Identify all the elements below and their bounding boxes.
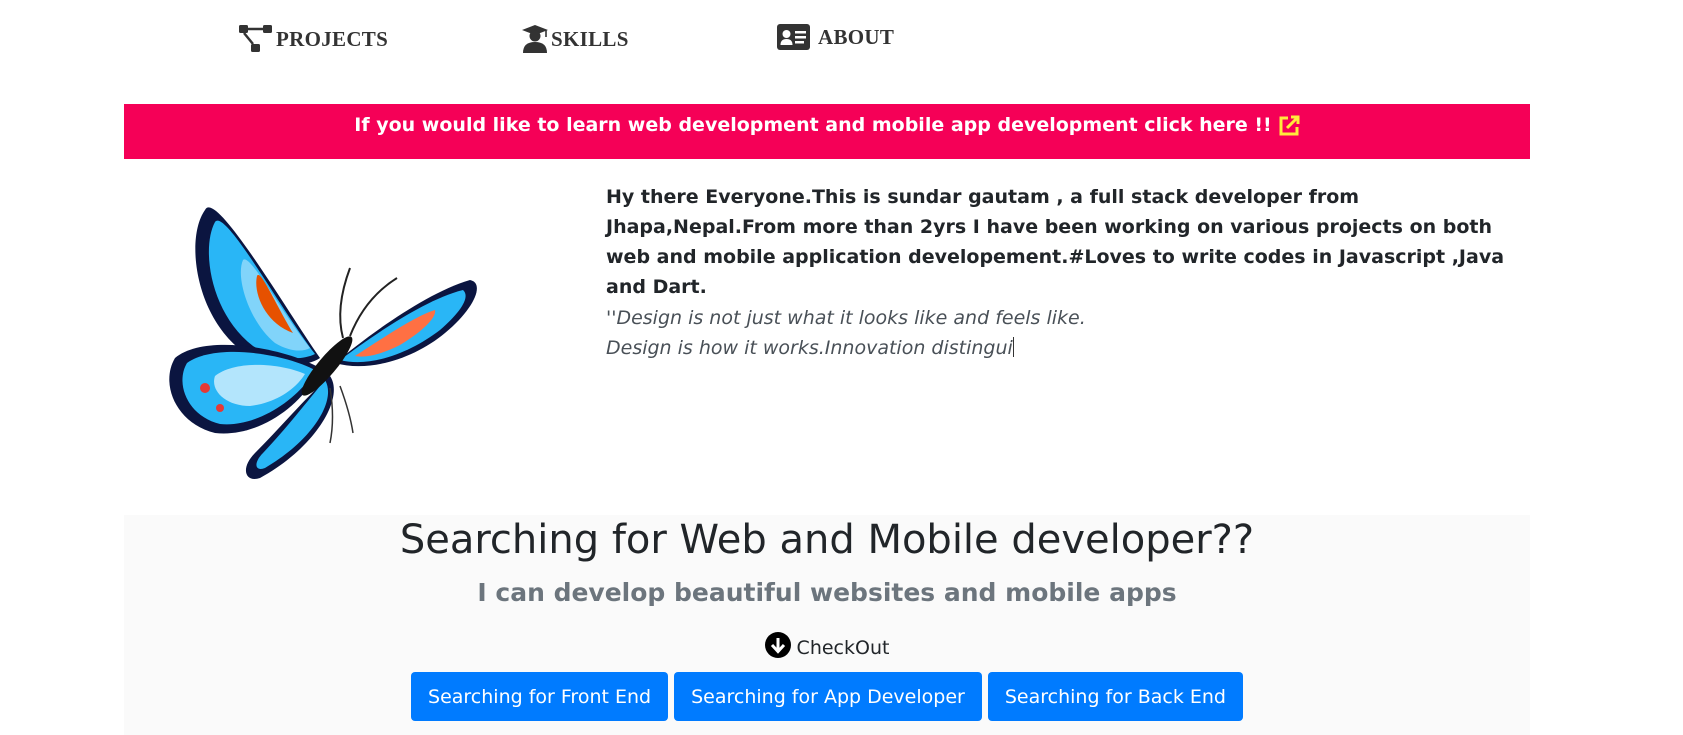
checkout-label: CheckOut [796, 636, 890, 659]
project-diagram-icon [238, 24, 276, 54]
nav-item-label: ABOUT [818, 24, 895, 49]
bio-text: Hy there Everyone.This is sundar gautam … [606, 186, 1505, 298]
jumbotron-subtitle: I can develop beautiful websites and mob… [477, 578, 1177, 607]
quote-line-1: ''Design is not just what it looks like … [606, 307, 1086, 329]
quote-text: ''Design is not just what it looks like … [606, 303, 1506, 363]
id-card-icon [777, 24, 818, 50]
nav-item-label: SKILLS [551, 26, 629, 51]
arrow-circle-down-icon [764, 632, 797, 663]
butterfly-illustration [165, 198, 485, 488]
jumbotron-title: Searching for Web and Mobile developer?? [399, 517, 1255, 563]
top-nav: PROJECTS SKILLS ABOUT [0, 0, 1683, 90]
nav-item-about[interactable]: ABOUT [777, 24, 894, 50]
back-end-button[interactable]: Searching for Back End [987, 672, 1243, 721]
typing-cursor [1012, 337, 1014, 357]
user-graduate-icon [521, 24, 551, 54]
search-buttons: Searching for Front End Searching for Ap… [124, 672, 1530, 721]
checkout-link[interactable]: CheckOut [124, 632, 1530, 663]
banner-text: If you would like to learn web developme… [354, 114, 1272, 136]
nav-item-label: PROJECTS [276, 26, 389, 51]
front-end-button[interactable]: Searching for Front End [411, 672, 669, 721]
quote-line-2: Design is how it works.Innovation distin… [606, 337, 1014, 359]
learn-dev-banner[interactable]: If you would like to learn web developme… [124, 104, 1530, 159]
nav-item-projects[interactable]: PROJECTS [238, 24, 388, 54]
app-developer-button[interactable]: Searching for App Developer [674, 672, 982, 721]
nav-item-skills[interactable]: SKILLS [521, 24, 629, 54]
external-link-icon [1278, 115, 1300, 142]
